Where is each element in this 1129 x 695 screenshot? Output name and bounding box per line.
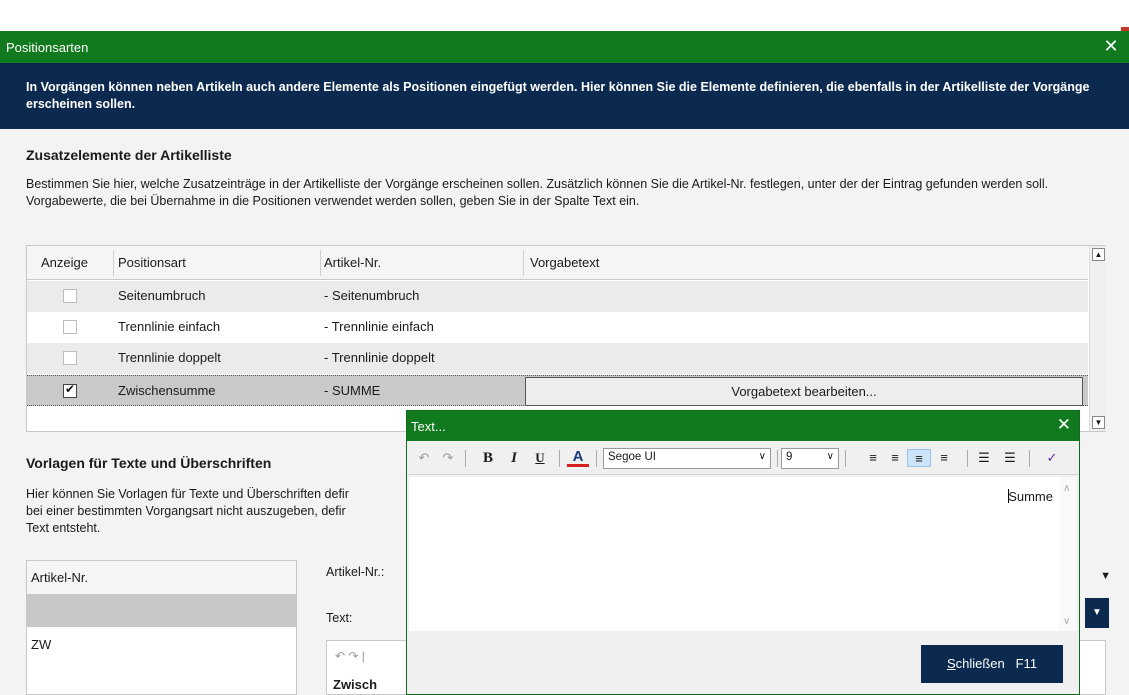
section-title-vorlagen: Vorlagen für Texte und Überschriften — [26, 455, 272, 471]
close-icon[interactable]: ✕ — [1101, 35, 1121, 57]
scroll-down-icon[interactable]: ▼ — [1092, 416, 1105, 429]
close-button-label: chließen — [955, 656, 1005, 671]
positionsarten-grid: Anzeige Positionsart Artikel-Nr. Vorgabe… — [26, 245, 1106, 432]
toolbar-separator — [596, 450, 597, 467]
dialog-title: Text... — [411, 419, 446, 434]
scroll-up-icon[interactable]: ▲ — [1092, 248, 1105, 261]
info-banner: In Vorgängen können neben Artikeln auch … — [0, 63, 1129, 129]
column-divider — [320, 250, 321, 276]
font-size-value: 9 — [786, 451, 793, 463]
anzeige-checkbox[interactable] — [63, 351, 77, 365]
title-bar: Positionsarten ✕ — [0, 31, 1129, 63]
section-description-line: Text entsteht. — [26, 521, 101, 535]
list-header-artikel-nr[interactable]: Artikel-Nr. — [27, 561, 296, 595]
chevron-down-icon[interactable]: ▼ — [1100, 570, 1111, 582]
align-left-icon[interactable]: ≡ — [863, 449, 883, 467]
list-item[interactable]: ZW — [31, 637, 51, 652]
editor-preview-text: Zwisch — [333, 677, 378, 692]
align-center-icon[interactable]: ≡ — [885, 449, 905, 467]
artikel-nr-cell: - Trennlinie doppelt — [324, 350, 435, 365]
toolbar-separator — [1029, 450, 1030, 467]
close-button-shortcut: F11 — [1015, 656, 1038, 671]
editor-scrollbar[interactable]: ∧ ∨ — [1059, 477, 1077, 631]
column-header-artikel-nr[interactable]: Artikel-Nr. — [324, 255, 381, 270]
top-strip — [0, 0, 1129, 30]
column-header-anzeige[interactable]: Anzeige — [41, 255, 88, 270]
artikel-nr-cell: - SUMME — [324, 383, 381, 398]
toolbar-separator — [845, 450, 846, 467]
grid-scrollbar[interactable]: ▲ ▼ — [1089, 246, 1106, 431]
anzeige-checkbox[interactable] — [63, 320, 77, 334]
window-title: Positionsarten — [6, 40, 89, 55]
bold-icon[interactable]: B — [479, 449, 497, 467]
underline-icon[interactable]: U — [531, 449, 549, 467]
scroll-up-icon[interactable]: ∧ — [1063, 483, 1070, 494]
dialog-title-bar: Text... ✕ — [407, 411, 1079, 441]
table-row[interactable]: Trennlinie doppelt - Trennlinie doppelt — [27, 343, 1088, 374]
list-item-selected[interactable] — [27, 595, 296, 627]
align-right-icon[interactable]: ≡ — [907, 449, 931, 467]
artikel-nr-cell: - Seitenumbruch — [324, 288, 420, 303]
positionsart-cell: Zwischensumme — [118, 383, 216, 398]
section-description-line: bei einer bestimmten Vorgangsart nicht a… — [26, 504, 346, 518]
section-description-line: Hier können Sie Vorlagen für Texte und Ü… — [26, 487, 349, 501]
editor-text: Summe — [1008, 489, 1053, 504]
positionsart-cell: Trennlinie doppelt — [118, 350, 221, 365]
grid-header: Anzeige Positionsart Artikel-Nr. Vorgabe… — [27, 246, 1088, 280]
undo-icon[interactable]: ↶ — [415, 449, 433, 467]
anzeige-checkbox-checked[interactable] — [63, 382, 77, 398]
formatting-toolbar: ↶ ↷ B I U A Segoe UI ∨ 9 ∨ ≡ ≡ ≡ ≡ ☰ ☰ ✓ — [407, 441, 1079, 475]
artikel-nr-cell: - Trennlinie einfach — [324, 319, 434, 334]
italic-icon[interactable]: I — [505, 449, 523, 467]
table-row[interactable]: Seitenumbruch - Seitenumbruch — [27, 281, 1088, 312]
font-family-select[interactable]: Segoe UI ∨ — [603, 448, 771, 469]
column-divider — [523, 250, 524, 276]
spellcheck-icon[interactable]: ✓ — [1041, 449, 1063, 467]
toolbar-separator — [465, 450, 466, 467]
scroll-down-icon[interactable]: ∨ — [1063, 616, 1070, 627]
vorgabetext-bearbeiten-button[interactable]: Vorgabetext bearbeiten... — [525, 377, 1083, 406]
font-size-select[interactable]: 9 ∨ — [781, 448, 839, 469]
toolbar-separator — [777, 450, 778, 467]
font-color-icon[interactable]: A — [567, 449, 589, 467]
undo-redo-icon: ↶ ↷ | — [335, 649, 365, 663]
redo-icon[interactable]: ↷ — [439, 449, 457, 467]
column-header-vorgabetext[interactable]: Vorgabetext — [530, 255, 599, 270]
column-divider — [113, 250, 114, 276]
close-button-mnemonic: S — [946, 656, 956, 671]
close-icon[interactable]: ✕ — [1057, 415, 1071, 435]
column-header-positionsart[interactable]: Positionsart — [118, 255, 186, 270]
table-row-selected[interactable]: Zwischensumme - SUMME Vorgabetext bearbe… — [27, 375, 1088, 406]
chevron-down-icon: ∨ — [758, 451, 766, 462]
toolbar-separator — [967, 450, 968, 467]
rich-text-editor[interactable]: Summe — [409, 477, 1059, 631]
section-description: Bestimmen Sie hier, welche Zusatzeinträg… — [26, 177, 1049, 208]
font-family-value: Segoe UI — [608, 451, 656, 463]
positionsart-cell: Seitenumbruch — [118, 288, 206, 303]
anzeige-checkbox[interactable] — [63, 289, 77, 303]
table-row[interactable]: Trennlinie einfach - Trennlinie einfach — [27, 312, 1088, 343]
bullet-list-icon[interactable]: ☰ — [974, 449, 994, 467]
artikel-nr-label: Artikel-Nr.: — [326, 565, 385, 579]
align-justify-icon[interactable]: ≡ — [934, 449, 954, 467]
section-title-zusatzelemente: Zusatzelemente der Artikelliste — [26, 147, 232, 163]
schliessen-button[interactable]: Schließen F11 — [921, 645, 1063, 683]
positionsart-cell: Trennlinie einfach — [118, 319, 221, 334]
text-dropdown-button[interactable]: ▼ — [1085, 598, 1109, 628]
numbered-list-icon[interactable]: ☰ — [1000, 449, 1020, 467]
text-dialog: Text... ✕ ↶ ↷ B I U A Segoe UI ∨ 9 ∨ ≡ ≡… — [406, 410, 1080, 695]
text-label: Text: — [326, 611, 353, 625]
editor-content: Summe — [1008, 489, 1053, 504]
chevron-down-icon: ∨ — [826, 451, 834, 462]
vorlagen-list: Artikel-Nr. ZW — [26, 560, 297, 695]
toolbar-separator — [559, 450, 560, 467]
